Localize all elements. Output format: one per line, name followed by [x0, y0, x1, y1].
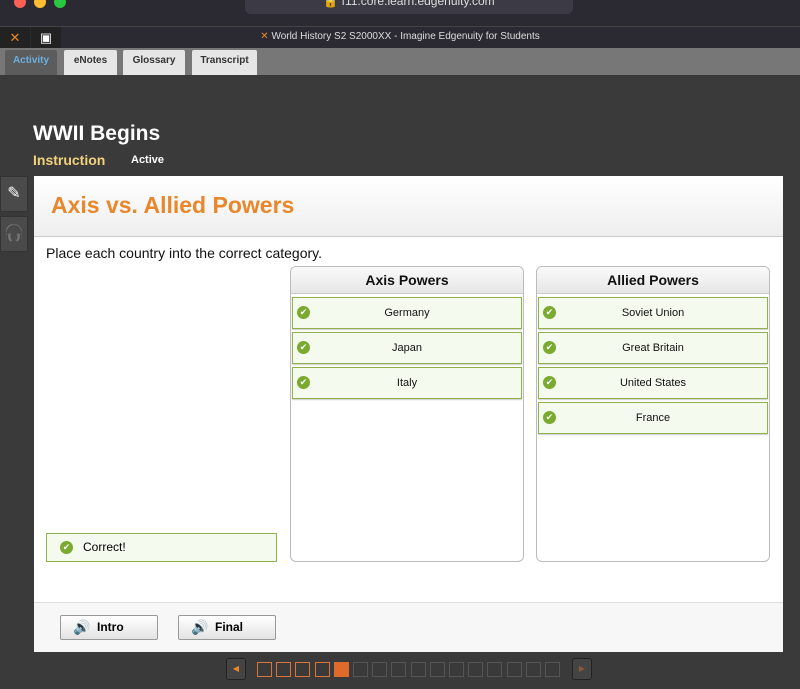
minimize-window-button[interactable]: [34, 0, 46, 8]
activity-nav: Activity eNotes Glossary Transcript: [0, 48, 800, 75]
audio-footer: 🔊 Intro 🔊 Final: [34, 602, 783, 652]
tab-enotes[interactable]: eNotes: [64, 50, 117, 75]
browser-tab-bar: ✕ ▣ ✕ World History S2 S2000XX - Imagine…: [0, 26, 800, 49]
page-navigator: ◀ ▶: [0, 658, 800, 682]
list-item[interactable]: ✔ France: [538, 402, 768, 434]
page-square-10[interactable]: [429, 662, 445, 677]
tab-glossary[interactable]: Glossary: [123, 50, 185, 75]
intro-audio-button[interactable]: 🔊 Intro: [60, 615, 158, 640]
page-square-5[interactable]: [333, 662, 349, 677]
list-item[interactable]: ✔ United States: [538, 367, 768, 399]
page-square-12[interactable]: [468, 662, 484, 677]
previous-page-button[interactable]: ◀: [226, 658, 246, 680]
close-window-button[interactable]: [14, 0, 26, 8]
address-bar[interactable]: 🔒 f11.core.learn.edgenuity.com: [245, 0, 573, 14]
zoom-window-button[interactable]: [54, 0, 66, 8]
section-label: Instruction: [33, 152, 106, 168]
list-item[interactable]: ✔ Italy: [292, 367, 522, 399]
page-square-16[interactable]: [545, 662, 560, 677]
check-icon: ✔: [543, 306, 556, 319]
page-square-11[interactable]: [449, 662, 464, 677]
column-header: Axis Powers: [291, 267, 523, 294]
list-item[interactable]: ✔ Great Britain: [538, 332, 768, 364]
list-item[interactable]: ✔ Japan: [292, 332, 522, 364]
page-square-4[interactable]: [314, 662, 330, 677]
page-square-15[interactable]: [525, 662, 541, 677]
page-square-13[interactable]: [487, 662, 503, 677]
check-icon: ✔: [297, 376, 310, 389]
tab-activity[interactable]: Activity: [5, 50, 57, 75]
speaker-icon: 🔊: [191, 619, 209, 635]
list-item[interactable]: ✔ Soviet Union: [538, 297, 768, 329]
check-icon: ✔: [543, 376, 556, 389]
column-header: Allied Powers: [537, 267, 769, 294]
window-title: ✕ World History S2 S2000XX - Imagine Edg…: [260, 31, 540, 42]
allied-powers-column[interactable]: Allied Powers ✔ Soviet Union ✔ Great Brita…: [536, 266, 770, 562]
page-square-1[interactable]: [257, 662, 272, 677]
page-square-14[interactable]: [506, 662, 522, 677]
headphones-icon[interactable]: 🎧: [0, 216, 28, 252]
check-icon: ✔: [297, 306, 310, 319]
page-square-6[interactable]: [353, 662, 368, 677]
check-icon: ✔: [60, 541, 73, 554]
feedback-badge: ✔ Correct!: [46, 533, 277, 562]
page-square-8[interactable]: [391, 662, 407, 677]
url-text: f11.core.learn.edgenuity.com: [341, 0, 495, 8]
final-audio-button[interactable]: 🔊 Final: [178, 615, 276, 640]
status-label: Active: [131, 154, 165, 166]
page-square-9[interactable]: [410, 662, 426, 677]
page-square-2[interactable]: [276, 662, 292, 677]
instruction-text: Place each country into the correct cate…: [46, 245, 322, 261]
list-item[interactable]: ✔ Germany: [292, 297, 522, 329]
next-page-button[interactable]: ▶: [572, 658, 592, 680]
pencil-icon[interactable]: ✎: [0, 176, 28, 212]
browser-toolbar: 🔒 f11.core.learn.edgenuity.com: [0, 0, 800, 26]
speaker-icon: 🔊: [73, 619, 91, 635]
tab-transcript[interactable]: Transcript: [192, 50, 257, 75]
page-square-3[interactable]: [295, 662, 311, 677]
check-icon: ✔: [543, 341, 556, 354]
activity-card: Axis vs. Allied Powers Place each countr…: [34, 176, 783, 652]
check-icon: ✔: [297, 341, 310, 354]
page-square-7[interactable]: [372, 662, 388, 677]
check-icon: ✔: [543, 411, 556, 424]
lesson-title: WWII Begins: [33, 122, 161, 145]
axis-powers-column[interactable]: Axis Powers ✔ Germany ✔ Japan ✔ Italy: [290, 266, 524, 562]
activity-title: Axis vs. Allied Powers: [34, 176, 783, 237]
